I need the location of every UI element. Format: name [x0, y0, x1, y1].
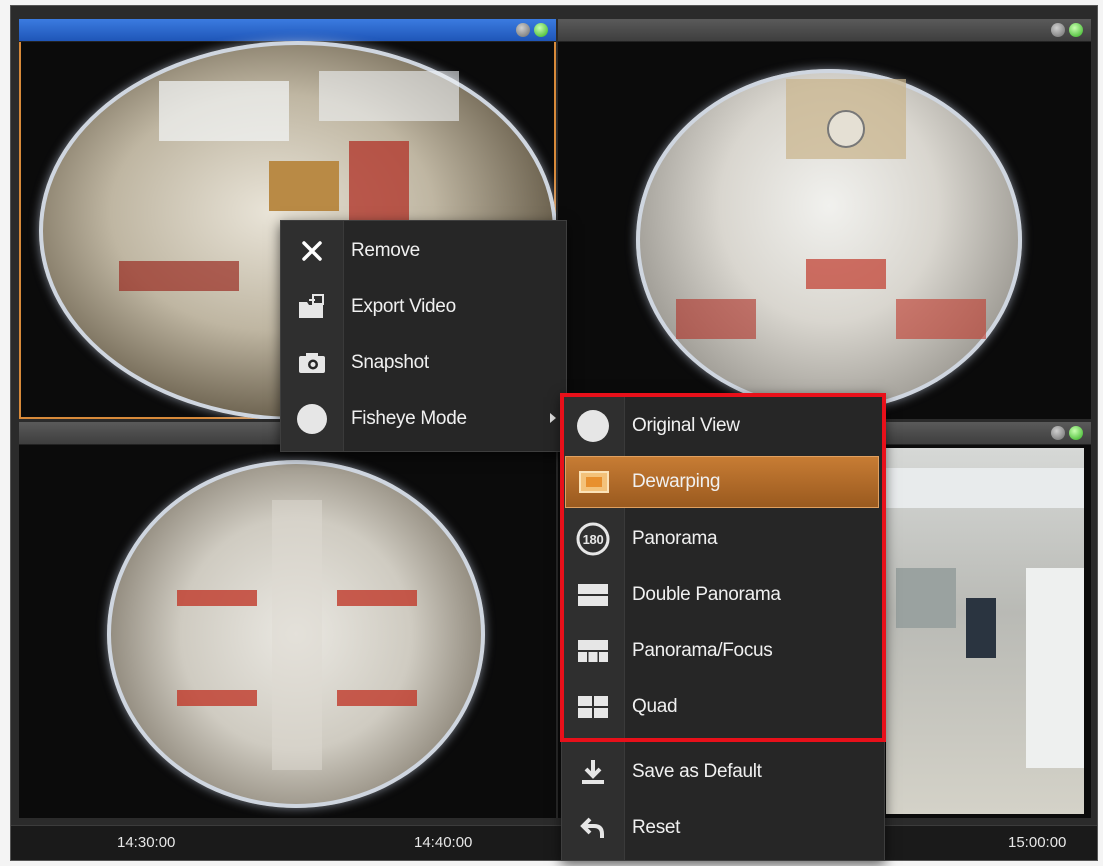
camera-pane-2[interactable]: [558, 19, 1091, 419]
status-green-icon: [1069, 23, 1083, 37]
pane-title-bar[interactable]: [558, 19, 1091, 42]
status-gray-icon: [1051, 426, 1065, 440]
menu-item-snapshot[interactable]: Snapshot: [281, 335, 566, 391]
status-gray-icon: [1051, 23, 1065, 37]
status-green-icon: [1069, 426, 1083, 440]
menu-item-export-video[interactable]: Export Video: [281, 279, 566, 335]
context-menu: Remove Export Video Snapshot Fisheye Mod…: [280, 220, 567, 452]
timeline-time-1: 14:30:00: [117, 834, 176, 851]
timeline-time-2: 14:40:00: [414, 834, 473, 851]
download-icon: [562, 744, 624, 800]
close-icon: [281, 223, 343, 279]
fisheye-video: [636, 69, 1022, 411]
menu-item-label: Remove: [351, 240, 420, 261]
export-folder-icon: [281, 279, 343, 335]
pane-title-bar[interactable]: [19, 19, 556, 42]
timeline-bar[interactable]: 14:30:00 14:40:00 15:00:00: [11, 825, 1097, 860]
menu-item-fisheye-mode[interactable]: Fisheye Mode: [281, 391, 566, 447]
status-gray-icon: [516, 23, 530, 37]
menu-item-reset[interactable]: Reset: [562, 800, 884, 856]
camera-pane-3[interactable]: [19, 422, 556, 818]
highlight-box: [560, 393, 886, 742]
timeline-time-3: 15:00:00: [1008, 834, 1067, 851]
menu-item-label: Export Video: [351, 296, 456, 317]
camera-video: [886, 448, 1084, 814]
menu-item-label: Snapshot: [351, 352, 429, 373]
menu-item-label: Reset: [632, 817, 681, 838]
status-green-icon: [534, 23, 548, 37]
submenu-arrow-icon: [550, 413, 556, 423]
menu-item-label: Save as Default: [632, 761, 762, 782]
fisheye-video: [107, 460, 485, 808]
menu-item-label: Fisheye Mode: [351, 408, 467, 429]
menu-item-remove[interactable]: Remove: [281, 223, 566, 279]
undo-icon: [562, 800, 624, 856]
menu-item-save-as-default[interactable]: Save as Default: [562, 744, 884, 800]
circle-icon: [281, 391, 343, 447]
camera-icon: [281, 335, 343, 391]
